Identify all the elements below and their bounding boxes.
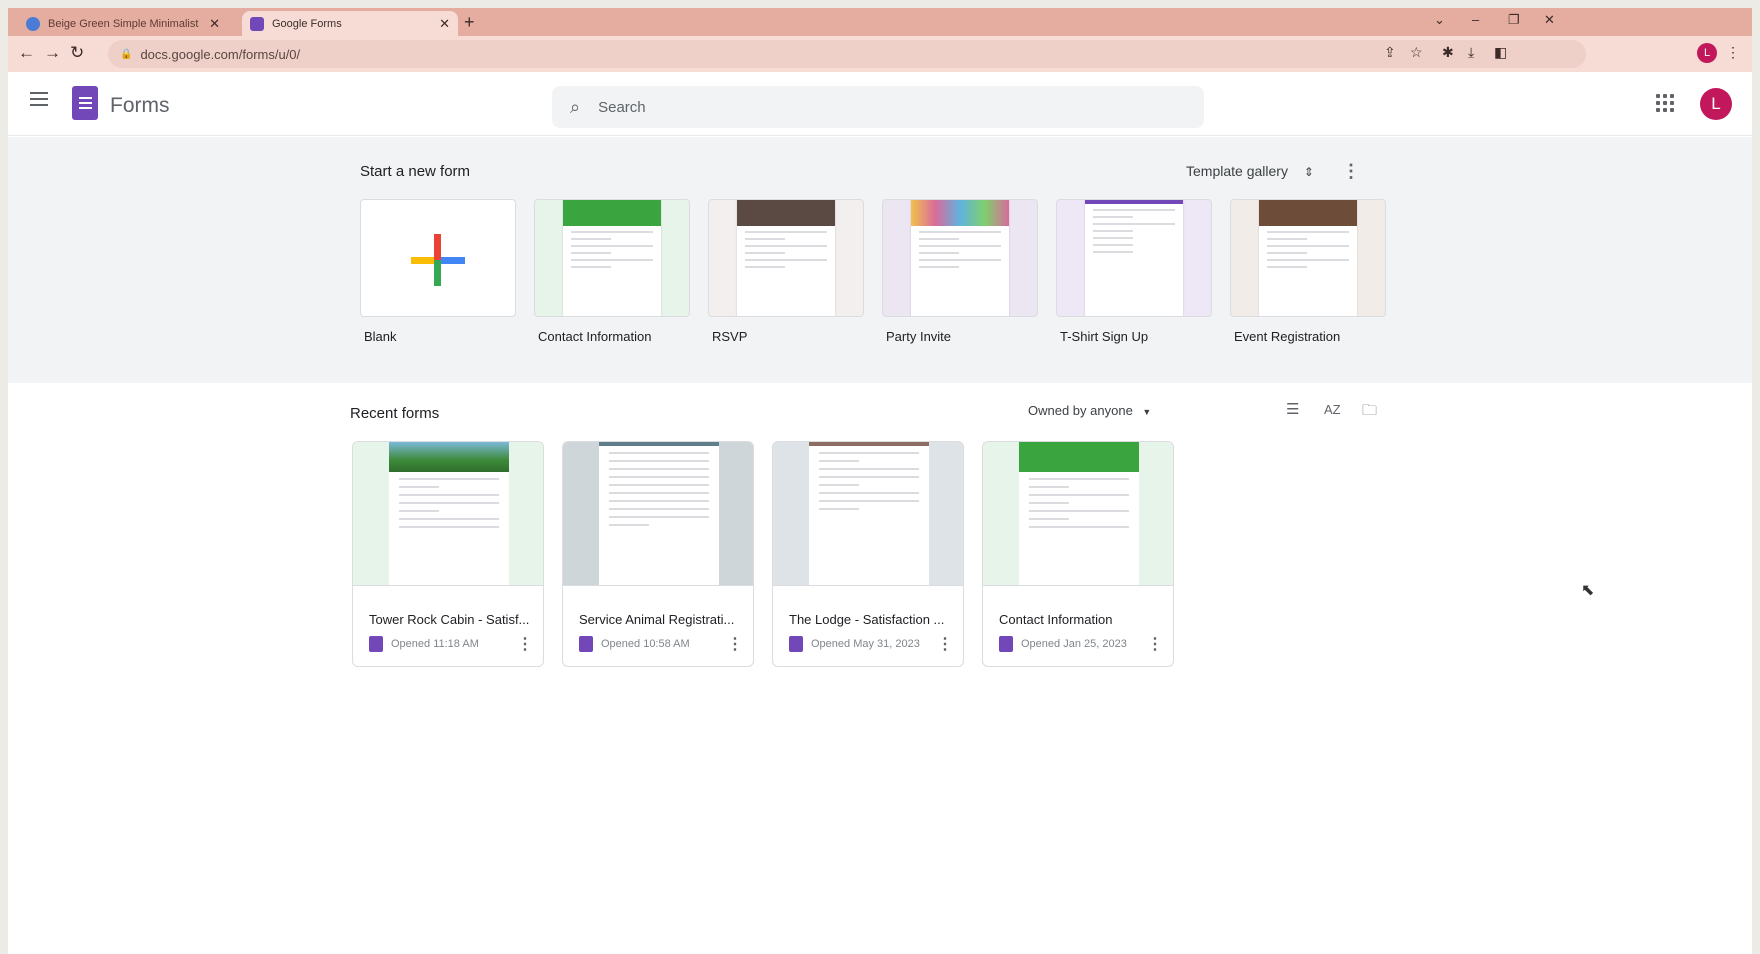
form-more-options-icon[interactable]: ⋮ <box>1147 634 1163 654</box>
list-view-icon[interactable]: ☰ <box>1286 400 1299 418</box>
account-avatar[interactable]: L <box>1700 88 1732 120</box>
tab-title: Google Forms <box>272 17 342 30</box>
template-name: RSVP <box>712 329 748 344</box>
more-options-icon[interactable]: ⋮ <box>1342 161 1360 182</box>
browser-tab-google-forms[interactable]: Google Forms ✕ <box>242 11 458 36</box>
expand-icon: ⇕ <box>1303 165 1314 179</box>
form-more-options-icon[interactable]: ⋮ <box>727 634 743 654</box>
form-meta: Opened 11:18 AM ⋮ <box>369 634 533 654</box>
tab-search-icon[interactable]: ⌄ <box>1434 12 1445 28</box>
recent-form-card[interactable]: Tower Rock Cabin - Satisf... Opened 11:1… <box>352 441 544 667</box>
owner-filter-label: Owned by anyone <box>1028 403 1133 418</box>
close-window-icon[interactable]: ✕ <box>1544 12 1555 28</box>
template-thumbnail <box>360 199 516 317</box>
main-menu-icon[interactable] <box>30 92 48 106</box>
close-tab-icon[interactable]: ✕ <box>209 16 220 32</box>
template-thumbnail <box>708 199 864 317</box>
browser-profile-avatar[interactable]: L <box>1697 43 1717 63</box>
bookmark-star-icon[interactable]: ☆ <box>1410 44 1423 61</box>
recent-form-card[interactable]: The Lodge - Satisfaction ... Opened May … <box>772 441 964 667</box>
template-thumbnail <box>1230 199 1386 317</box>
screen: Beige Green Simple Minimalist ✕ Google F… <box>8 8 1752 954</box>
browser-toolbar: ← → ↻ 🔒 docs.google.com/forms/u/0/ ⇪ ☆ ✱… <box>8 36 1752 72</box>
browser-tab-canva[interactable]: Beige Green Simple Minimalist ✕ <box>18 11 228 36</box>
forward-icon[interactable]: → <box>44 44 61 62</box>
form-thumbnail <box>563 442 753 586</box>
dropdown-arrow-icon: ▼ <box>1142 407 1152 417</box>
download-icon[interactable]: ⤓ <box>1468 44 1474 61</box>
form-thumbnail <box>983 442 1173 586</box>
sort-az-icon[interactable]: AZ <box>1324 402 1341 417</box>
recent-forms-title: Recent forms <box>350 405 440 422</box>
recent-form-card[interactable]: Service Animal Registrati... Opened 10:5… <box>562 441 754 667</box>
template-thumbnail <box>534 199 690 317</box>
form-more-options-icon[interactable]: ⋮ <box>517 634 533 654</box>
owner-filter-dropdown[interactable]: Owned by anyone ▼ <box>1028 403 1151 418</box>
template-tshirt-sign-up[interactable]: T-Shirt Sign Up <box>1056 199 1212 344</box>
browser-tab-strip: Beige Green Simple Minimalist ✕ Google F… <box>8 8 1752 36</box>
search-icon: ⌕ <box>570 96 581 117</box>
opened-date: Opened 10:58 AM <box>601 638 690 650</box>
template-name: T-Shirt Sign Up <box>1060 329 1149 344</box>
search-placeholder: Search <box>598 98 646 116</box>
app-title[interactable]: Forms <box>110 94 170 118</box>
browser-menu-icon[interactable]: ⋮ <box>1726 44 1740 61</box>
share-icon[interactable]: ⇪ <box>1384 44 1396 61</box>
form-meta: Opened Jan 25, 2023 ⋮ <box>999 634 1163 654</box>
forms-doc-icon <box>789 636 803 652</box>
form-thumbnail <box>353 442 543 586</box>
template-gallery-button[interactable]: Template gallery ⇕ <box>1186 163 1314 179</box>
tab-title: Beige Green Simple Minimalist <box>48 17 199 30</box>
forms-favicon-icon <box>250 16 264 31</box>
form-title: Service Animal Registrati... <box>579 612 735 627</box>
form-more-options-icon[interactable]: ⋮ <box>937 634 953 654</box>
template-thumbnail <box>1056 199 1212 317</box>
start-new-form-section: Start a new form Template gallery ⇕ ⋮ Bl… <box>8 137 1752 383</box>
canva-favicon-icon <box>26 16 40 31</box>
template-name: Event Registration <box>1234 329 1341 344</box>
form-meta: Opened 10:58 AM ⋮ <box>579 634 743 654</box>
form-title: Tower Rock Cabin - Satisf... <box>369 612 530 627</box>
forms-header: Forms ⌕ Search L <box>8 72 1752 136</box>
reload-icon[interactable]: ↻ <box>70 44 84 62</box>
lock-icon: 🔒 <box>120 48 133 60</box>
template-thumbnail <box>882 199 1038 317</box>
forms-logo-icon[interactable] <box>72 86 98 120</box>
forms-doc-icon <box>579 636 593 652</box>
opened-date: Opened 11:18 AM <box>391 638 479 650</box>
template-name: Contact Information <box>538 329 652 344</box>
opened-date: Opened May 31, 2023 <box>811 638 920 650</box>
template-contact-information[interactable]: Contact Information <box>534 199 690 344</box>
address-bar[interactable]: 🔒 docs.google.com/forms/u/0/ <box>108 40 1586 68</box>
side-panel-icon[interactable]: ◧ <box>1494 44 1507 61</box>
template-blank[interactable]: Blank <box>360 199 516 344</box>
url-text: docs.google.com/forms/u/0/ <box>140 46 301 62</box>
template-name: Blank <box>364 329 397 344</box>
plus-icon <box>411 234 465 286</box>
back-icon[interactable]: ← <box>18 44 35 62</box>
new-tab-button[interactable]: + <box>464 12 475 33</box>
forms-doc-icon <box>999 636 1013 652</box>
recent-form-card[interactable]: Contact Information Opened Jan 25, 2023 … <box>982 441 1174 667</box>
form-title: Contact Information <box>999 612 1113 627</box>
opened-date: Opened Jan 25, 2023 <box>1021 638 1127 650</box>
minimize-icon[interactable]: – <box>1472 12 1479 27</box>
template-party-invite[interactable]: Party Invite <box>882 199 1038 344</box>
form-title: The Lodge - Satisfaction ... <box>789 612 945 627</box>
restore-icon[interactable]: ❐ <box>1508 12 1520 28</box>
template-rsvp[interactable]: RSVP <box>708 199 864 344</box>
search-bar[interactable]: ⌕ Search <box>552 86 1204 128</box>
form-thumbnail <box>773 442 963 586</box>
folder-icon[interactable]: 🗀 <box>1362 400 1377 425</box>
template-event-registration[interactable]: Event Registration <box>1230 199 1386 344</box>
template-gallery-label: Template gallery <box>1186 163 1288 179</box>
form-meta: Opened May 31, 2023 ⋮ <box>789 634 953 654</box>
section-title: Start a new form <box>360 163 471 180</box>
mouse-cursor-icon: ⬉ <box>1581 582 1595 599</box>
google-apps-icon[interactable] <box>1656 94 1674 112</box>
template-name: Party Invite <box>886 329 952 344</box>
close-tab-icon[interactable]: ✕ <box>439 16 450 32</box>
extensions-icon[interactable]: ✱ <box>1442 44 1454 61</box>
forms-doc-icon <box>369 636 383 652</box>
